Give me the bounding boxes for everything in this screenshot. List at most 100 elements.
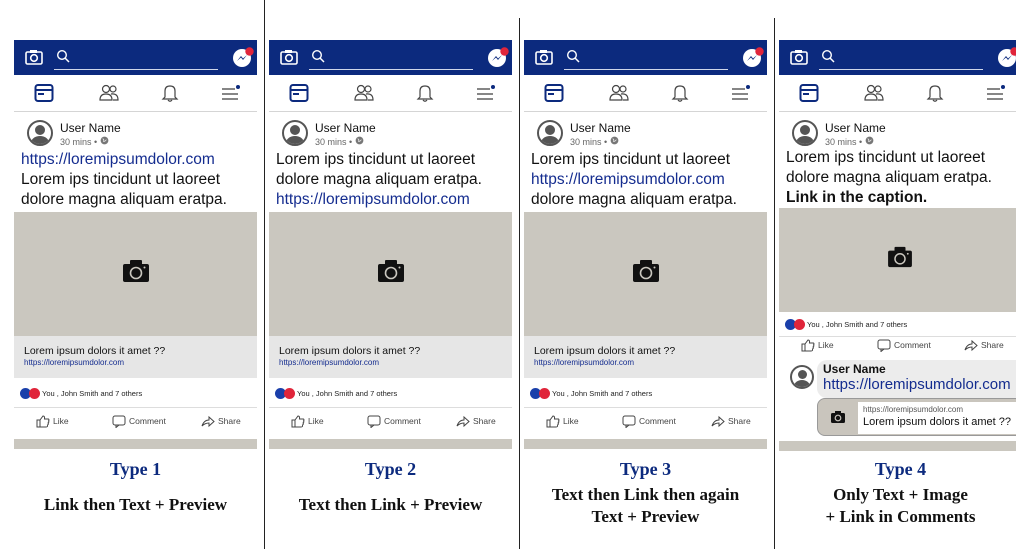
type-label: Type 4 [874, 459, 927, 479]
friends-icon[interactable] [863, 83, 885, 108]
user-name[interactable]: User Name [60, 121, 121, 135]
search-input[interactable] [309, 69, 473, 70]
notifications-icon[interactable] [926, 83, 944, 108]
link-preview[interactable]: Lorem ipsum dolors it amet ?? https://lor… [14, 336, 257, 378]
comment-preview-title[interactable]: Lorem ipsum dolors it amet ?? [863, 416, 1011, 428]
news-feed-icon[interactable] [34, 83, 54, 108]
search-icon[interactable] [566, 49, 580, 68]
comment-link-preview[interactable]: https://loremipsumdolor.com Lorem ipsum d… [817, 398, 1016, 436]
search-input[interactable] [819, 69, 983, 70]
camera-icon[interactable] [280, 49, 298, 70]
time-text: 30 mins [570, 137, 605, 147]
feed-separator [269, 439, 512, 449]
avatar[interactable] [537, 120, 563, 146]
news-feed-icon[interactable] [544, 83, 564, 108]
user-name[interactable]: User Name [825, 121, 886, 135]
divider-1 [264, 0, 265, 549]
messenger-icon[interactable] [996, 46, 1016, 75]
comment-button[interactable]: Comment [367, 415, 421, 429]
menu-icon[interactable] [220, 83, 242, 108]
comment-button[interactable]: Comment [877, 339, 931, 353]
share-icon [964, 339, 981, 352]
search-icon[interactable] [311, 49, 325, 68]
like-button[interactable]: Like [801, 339, 834, 352]
menu-icon[interactable] [730, 83, 752, 108]
messenger-icon[interactable] [741, 46, 765, 75]
menu-icon[interactable] [475, 83, 497, 108]
preview-title[interactable]: Lorem ipsum dolors it amet ?? [534, 345, 675, 357]
search-icon[interactable] [56, 49, 70, 68]
preview-url[interactable]: https://loremipsumdolor.com [24, 358, 124, 367]
top-bar [524, 40, 767, 75]
messenger-icon[interactable] [231, 46, 255, 75]
like-button[interactable]: Like [291, 415, 324, 428]
link-preview[interactable]: Lorem ipsum dolors it amet ?? https://lor… [269, 336, 512, 378]
camera-icon[interactable] [25, 49, 43, 70]
friends-icon[interactable] [353, 83, 375, 108]
friends-icon[interactable] [98, 83, 120, 108]
comment-avatar[interactable] [790, 365, 814, 389]
panel-type-3: User Name 30 mins • Lorem ips tincidunt u… [524, 0, 767, 549]
post-text-line: Lorem ips tincidunt ut laoreet [276, 151, 476, 168]
nav-bar [269, 75, 512, 112]
camera-icon[interactable] [535, 49, 553, 70]
like-button[interactable]: Like [546, 415, 579, 428]
share-button-label: Share [981, 339, 1004, 350]
camera-icon [377, 259, 405, 288]
post-link[interactable]: https://loremipsumdolor.com [21, 150, 257, 170]
user-name[interactable]: User Name [570, 121, 631, 135]
search-icon[interactable] [821, 49, 835, 68]
avatar[interactable] [282, 120, 308, 146]
menu-icon[interactable] [985, 83, 1007, 108]
post-link[interactable]: https://loremipsumdolor.com [276, 190, 512, 210]
post-image[interactable] [269, 212, 512, 336]
comment-button[interactable]: Comment [622, 415, 676, 429]
post-time: 30 mins • [570, 136, 619, 147]
comment-icon [112, 415, 129, 429]
camera-icon[interactable] [790, 49, 808, 70]
phone-mockup: User Name 30 mins • Lorem ips tincidunt u… [524, 40, 767, 451]
comment-button[interactable]: Comment [112, 415, 166, 429]
type-label: Type 3 [619, 459, 672, 479]
preview-url[interactable]: https://loremipsumdolor.com [534, 358, 634, 367]
comment-icon [367, 415, 384, 429]
news-feed-icon[interactable] [289, 83, 309, 108]
post-image[interactable] [524, 212, 767, 336]
friends-icon[interactable] [608, 83, 630, 108]
like-button[interactable]: Like [36, 415, 69, 428]
search-input[interactable] [564, 69, 728, 70]
top-bar [779, 40, 1016, 75]
comment-preview-url[interactable]: https://loremipsumdolor.com [863, 405, 963, 414]
preview-title[interactable]: Lorem ipsum dolors it amet ?? [279, 345, 420, 357]
user-name[interactable]: User Name [315, 121, 376, 135]
notifications-icon[interactable] [416, 83, 434, 108]
panel-type-2: User Name 30 mins • Lorem ips tincidunt u… [269, 0, 512, 549]
news-feed-icon[interactable] [799, 83, 819, 108]
preview-url[interactable]: https://loremipsumdolor.com [279, 358, 379, 367]
post-image[interactable] [14, 212, 257, 336]
avatar[interactable] [792, 120, 818, 146]
comment-user-name[interactable]: User Name [823, 362, 886, 376]
action-bar: Like Comment Share [14, 407, 257, 437]
avatar[interactable] [27, 120, 53, 146]
share-button[interactable]: Share [456, 415, 496, 428]
share-button[interactable]: Share [711, 415, 751, 428]
globe-icon [610, 136, 619, 147]
reactions-text: You , John Smith and 7 others [297, 389, 398, 398]
search-input[interactable] [54, 69, 218, 70]
share-icon [711, 415, 728, 428]
share-button[interactable]: Share [964, 339, 1004, 352]
feed-separator [779, 441, 1016, 451]
share-button[interactable]: Share [201, 415, 241, 428]
feed-separator [524, 439, 767, 449]
like-button-label: Like [308, 415, 324, 426]
post-link[interactable]: https://loremipsumdolor.com [531, 170, 767, 190]
link-preview[interactable]: Lorem ipsum dolors it amet ?? https://lor… [524, 336, 767, 378]
post-image[interactable] [779, 208, 1016, 312]
messenger-icon[interactable] [486, 46, 510, 75]
comment-link[interactable]: https://loremipsumdolor.com [823, 376, 1011, 393]
preview-title[interactable]: Lorem ipsum dolors it amet ?? [24, 345, 165, 357]
action-bar: Like Comment Share [779, 336, 1016, 356]
notifications-icon[interactable] [671, 83, 689, 108]
notifications-icon[interactable] [161, 83, 179, 108]
